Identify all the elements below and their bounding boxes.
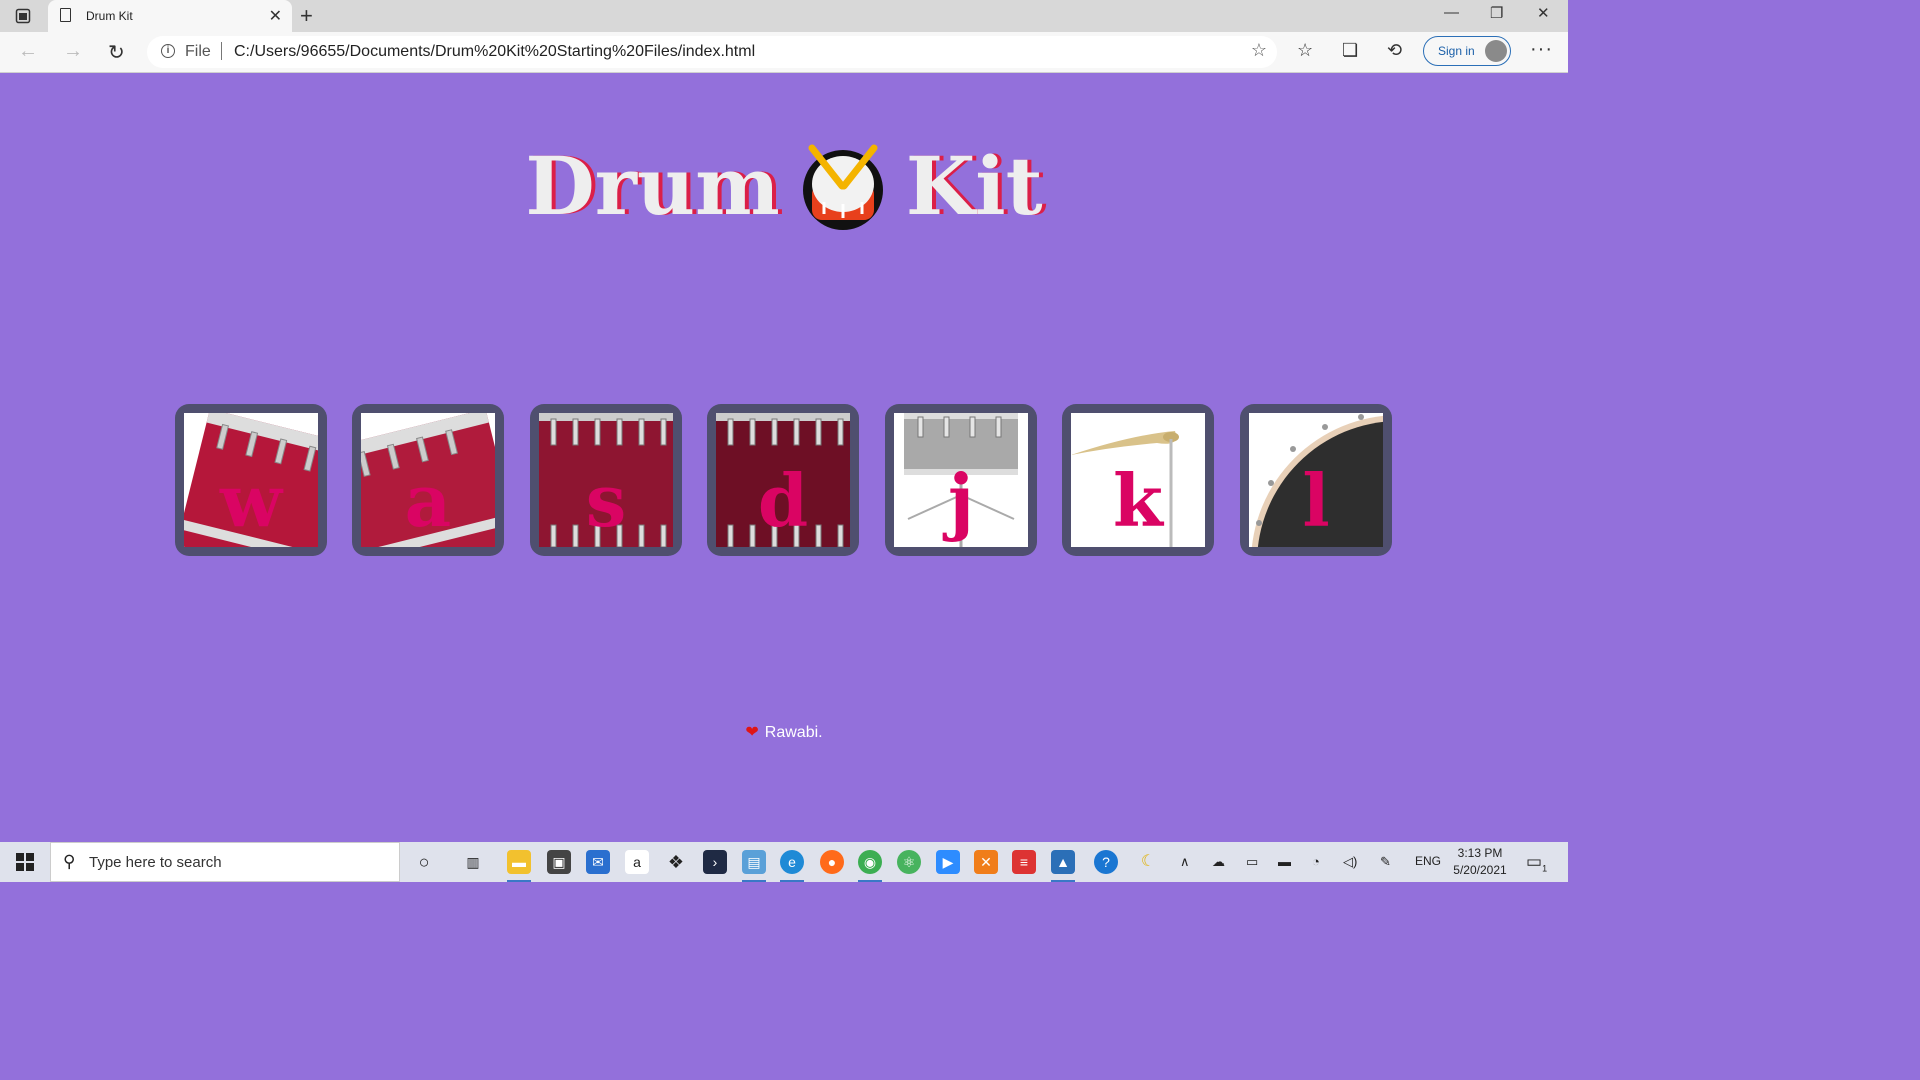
title-drum: Drum	[525, 139, 780, 233]
footer-author: Rawabi.	[764, 724, 823, 741]
drum-k-button[interactable]: k	[1062, 404, 1214, 556]
edge-icon[interactable]: e	[780, 850, 804, 882]
drum-key-j: j	[947, 458, 975, 543]
drum-image-kick: l	[1249, 413, 1383, 547]
task-view-icon[interactable]: ▥	[461, 850, 485, 874]
sign-in-button[interactable]: Sign in	[1423, 36, 1511, 66]
night-light-icon[interactable]: ☾	[1136, 850, 1160, 874]
new-tab-button[interactable]: +	[300, 3, 313, 29]
drum-j-button[interactable]: j	[885, 404, 1037, 556]
clock-date: 5/20/2021	[1453, 863, 1507, 877]
tab-drum-kit[interactable]: Drum Kit ✕	[48, 0, 292, 32]
drum-image-tom-4: d	[716, 413, 850, 547]
image-viewer-icon[interactable]: ▲	[1051, 850, 1075, 882]
restore-button[interactable]: ❐	[1490, 4, 1503, 22]
forward-button[interactable]: →	[63, 40, 83, 63]
language-indicator[interactable]: ENG	[1415, 854, 1441, 868]
show-hidden-icons-icon[interactable]: ∧	[1180, 854, 1190, 870]
drum-image-tom-1: w	[184, 413, 318, 547]
page-icon	[60, 8, 71, 22]
extensions-icon[interactable]: ⟲	[1387, 40, 1402, 61]
battery-icon[interactable]: ▬	[1278, 854, 1291, 869]
atom-icon[interactable]: ⚛	[897, 850, 921, 874]
drum-image-tom-3: s	[539, 413, 673, 547]
chrome-icon[interactable]: ◉	[858, 850, 882, 882]
dropbox-icon[interactable]: ❖	[664, 850, 688, 874]
drum-key-l: l	[1302, 458, 1330, 543]
winrar-icon[interactable]: ≡	[1012, 850, 1036, 874]
onedrive-icon[interactable]: ☁	[1212, 854, 1225, 870]
footer: ❤ Rawabi.	[0, 722, 1568, 742]
tab-title: Drum Kit	[86, 9, 133, 23]
add-favorite-icon[interactable]: ☆	[1251, 40, 1267, 61]
drum-w-button[interactable]: w	[175, 404, 327, 556]
sign-in-label: Sign in	[1438, 44, 1475, 58]
xampp-icon[interactable]: ✕	[974, 850, 998, 874]
store-icon[interactable]: ▣	[547, 850, 571, 874]
notification-count: 1	[1542, 863, 1548, 874]
firefox-icon[interactable]: ●	[820, 850, 844, 874]
start-button[interactable]	[16, 853, 34, 871]
zoom-icon[interactable]: ▶	[936, 850, 960, 874]
pen-icon[interactable]: ✎	[1380, 854, 1391, 870]
avatar-icon	[1485, 40, 1507, 62]
drum-set: w a s d j k l	[175, 404, 1395, 556]
drum-key-s: s	[585, 458, 627, 543]
notifications-icon[interactable]: ▭1	[1526, 852, 1547, 873]
drum-key-w: w	[220, 458, 282, 543]
search-placeholder: Type here to search	[89, 854, 222, 871]
clock-time: 3:13 PM	[1457, 846, 1503, 860]
browser-titlebar: Drum Kit ✕ + — ❐ ✕	[0, 0, 1568, 32]
drum-a-button[interactable]: a	[352, 404, 504, 556]
refresh-button[interactable]: ↻	[108, 40, 125, 65]
close-tab-icon[interactable]: ✕	[269, 6, 282, 26]
close-window-button[interactable]: ✕	[1537, 4, 1550, 22]
mail-icon[interactable]: ✉	[586, 850, 610, 874]
drum-s-button[interactable]: s	[530, 404, 682, 556]
info-icon[interactable]: i	[161, 44, 175, 58]
collections-icon[interactable]: ❏	[1342, 40, 1358, 61]
file-explorer-icon[interactable]: ▬	[507, 850, 531, 882]
meet-now-icon[interactable]: ▭	[1246, 854, 1258, 870]
browser-toolbar: ← → ↻ i File C:/Users/96655/Documents/Dr…	[0, 32, 1568, 73]
url-text[interactable]: C:/Users/96655/Documents/Drum%20Kit%20St…	[234, 43, 755, 61]
cortana-icon[interactable]: ○	[412, 850, 436, 874]
address-separator	[221, 42, 222, 60]
file-label: File	[185, 43, 211, 60]
address-bar[interactable]: i File C:/Users/96655/Documents/Drum%20K…	[147, 36, 1277, 68]
drum-emoji-icon	[802, 140, 884, 232]
wifi-icon[interactable]: ◔	[1312, 854, 1320, 869]
drum-key-a: a	[404, 458, 452, 543]
terminal-icon[interactable]: ›	[703, 850, 727, 874]
drum-image-crash: k	[1071, 413, 1205, 547]
drum-l-button[interactable]: l	[1240, 404, 1392, 556]
amazon-icon[interactable]: a	[625, 850, 649, 874]
windows-taskbar: ⚲ Type here to search ○ ▥ ▬ ▣ ✉ a ❖ › ▤ …	[0, 842, 1568, 882]
drum-key-d: d	[757, 458, 809, 543]
minimize-button[interactable]: —	[1444, 4, 1459, 21]
drum-d-button[interactable]: d	[707, 404, 859, 556]
taskbar-search[interactable]: ⚲ Type here to search	[50, 842, 400, 882]
drum-image-tom-2: a	[361, 413, 495, 547]
favorites-icon[interactable]: ☆	[1297, 40, 1313, 61]
title-kit: Kit	[905, 139, 1043, 233]
drum-key-k: k	[1113, 458, 1163, 543]
photos-app-icon[interactable]: ▤	[742, 850, 766, 882]
more-options-icon[interactable]: ···	[1530, 38, 1553, 61]
drum-image-snare: j	[894, 413, 1028, 547]
help-icon[interactable]: ?	[1094, 850, 1118, 874]
heart-icon: ❤	[745, 724, 759, 741]
tab-actions-icon[interactable]	[14, 7, 32, 25]
volume-icon[interactable]: ◁)	[1343, 854, 1357, 870]
search-icon: ⚲	[63, 852, 76, 871]
back-button[interactable]: ←	[18, 40, 38, 63]
page-title: Drum Kit	[0, 140, 1568, 232]
taskbar-clock[interactable]: 3:13 PM 5/20/2021	[1446, 845, 1514, 879]
